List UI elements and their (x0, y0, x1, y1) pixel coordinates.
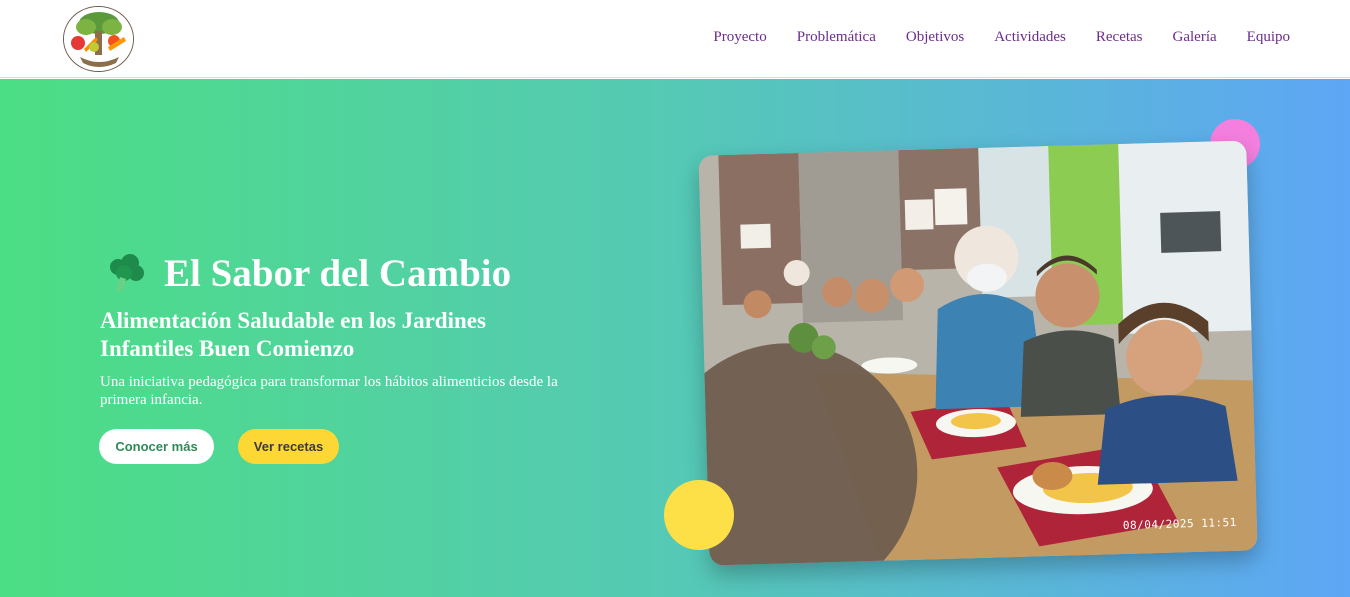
hero-subtitle: Alimentación Saludable en los Jardines I… (100, 308, 486, 361)
decorative-yellow-circle (664, 480, 734, 550)
hero-photo: 08/04/2025 11:51 (698, 140, 1258, 566)
garden-tree-vegetables-logo (64, 7, 133, 71)
hero-title: El Sabor del Cambio (164, 252, 512, 295)
nav-link-galeria[interactable]: Galería (1173, 29, 1217, 46)
main-nav: Proyecto Problemática Objetivos Activida… (713, 29, 1290, 46)
nav-link-problematica[interactable]: Problemática (797, 29, 876, 46)
site-logo[interactable] (63, 6, 134, 72)
nav-link-actividades[interactable]: Actividades (994, 29, 1066, 46)
nav-link-equipo[interactable]: Equipo (1247, 29, 1290, 46)
nav-link-proyecto[interactable]: Proyecto (713, 29, 766, 46)
broccoli-icon (110, 253, 144, 291)
ver-recetas-button[interactable]: Ver recetas (238, 429, 339, 464)
conocer-mas-button[interactable]: Conocer más (99, 429, 214, 464)
nav-link-objetivos[interactable]: Objetivos (906, 29, 964, 46)
children-eating-photo (698, 140, 1258, 566)
hero-section: El Sabor del Cambio Alimentación Saludab… (0, 79, 1350, 597)
hero-heading: El Sabor del Cambio (106, 251, 511, 296)
hero-description: Una iniciativa pedagógica para transform… (100, 374, 558, 408)
site-header: Proyecto Problemática Objetivos Activida… (0, 0, 1350, 78)
nav-link-recetas[interactable]: Recetas (1096, 29, 1143, 46)
